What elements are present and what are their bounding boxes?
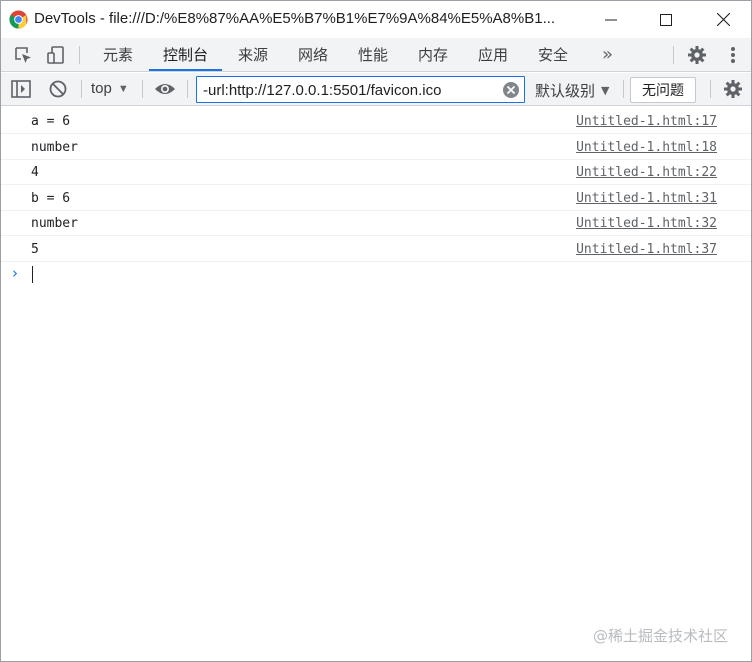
title-bar: DevTools - file:///D:/%E8%87%AA%E5%B7%B1… — [1, 1, 751, 38]
tab-separator — [673, 46, 674, 64]
live-expression-button[interactable] — [153, 77, 177, 101]
window-title: DevTools - file:///D:/%E8%87%AA%E5%B7%B1… — [34, 10, 556, 27]
show-sidebar-button[interactable] — [9, 77, 33, 101]
text-cursor — [32, 266, 33, 283]
inspect-element-button[interactable] — [11, 43, 35, 67]
message-source-link[interactable]: Untitled-1.html:32 — [576, 216, 717, 231]
tab-network[interactable]: 网络 — [284, 38, 342, 71]
message-text: 5 — [31, 242, 39, 257]
message-text: b = 6 — [31, 191, 71, 206]
console-message: 5 Untitled-1.html:37 — [1, 236, 751, 262]
devtools-window: DevTools - file:///D:/%E8%87%AA%E5%B7%B1… — [0, 0, 752, 662]
chevron-double-right-icon: » — [602, 44, 614, 65]
console-prompt[interactable]: › — [1, 263, 751, 287]
more-tabs-button[interactable]: » — [602, 44, 613, 65]
console-message: 4 Untitled-1.html:22 — [1, 159, 751, 185]
message-source-link[interactable]: Untitled-1.html:17 — [576, 114, 717, 129]
chevron-right-icon: › — [12, 264, 18, 282]
message-source-link[interactable]: Untitled-1.html:37 — [576, 242, 717, 257]
active-tab-indicator — [149, 69, 222, 71]
log-level-select[interactable]: 默认级别 ▼ — [535, 80, 609, 101]
console-message: b = 6 Untitled-1.html:31 — [1, 185, 751, 211]
context-value: top — [91, 80, 112, 97]
issues-button[interactable]: 无问题 — [630, 77, 696, 103]
block-icon — [49, 80, 67, 98]
customize-menu-button[interactable] — [721, 43, 745, 67]
tab-security[interactable]: 安全 — [524, 38, 582, 71]
toolbar-separator — [623, 80, 624, 98]
inspect-icon — [15, 47, 31, 63]
message-text: 4 — [31, 165, 39, 180]
toolbar-separator — [81, 80, 82, 98]
settings-button[interactable] — [685, 43, 709, 67]
panel-tab-bar: 元素 控制台 来源 网络 性能 内存 应用 安全 » — [1, 38, 751, 72]
maximize-icon — [660, 13, 672, 26]
message-text: a = 6 — [31, 114, 71, 129]
maximize-button[interactable] — [641, 1, 691, 38]
filter-box — [196, 76, 525, 103]
console-message: number Untitled-1.html:32 — [1, 210, 751, 236]
toolbar-separator — [142, 80, 143, 98]
console-settings-button[interactable] — [721, 77, 745, 101]
eye-icon — [155, 84, 175, 94]
message-source-link[interactable]: Untitled-1.html:22 — [576, 165, 717, 180]
minimize-icon — [605, 19, 617, 20]
chrome-icon — [9, 10, 28, 29]
tab-memory[interactable]: 内存 — [404, 38, 462, 71]
message-source-link[interactable]: Untitled-1.html:18 — [576, 140, 717, 155]
message-text: number — [31, 140, 78, 155]
clear-console-button[interactable] — [46, 77, 70, 101]
gear-icon — [688, 46, 706, 64]
caret-down-icon: ▼ — [117, 82, 129, 95]
console-output: a = 6 Untitled-1.html:17 number Untitled… — [1, 107, 751, 657]
tab-elements[interactable]: 元素 — [89, 38, 147, 71]
tab-sources[interactable]: 来源 — [224, 38, 282, 71]
device-toolbar-button[interactable] — [44, 43, 68, 67]
message-source-link[interactable]: Untitled-1.html:31 — [576, 191, 717, 206]
console-message: number Untitled-1.html:18 — [1, 134, 751, 160]
tab-console[interactable]: 控制台 — [149, 38, 222, 71]
log-level-value: 默认级别 — [535, 82, 596, 100]
message-text: number — [31, 216, 78, 231]
console-toolbar: top ▼ 默认级别 ▼ 无问题 — [1, 73, 751, 106]
sidebar-toggle-icon — [11, 80, 31, 98]
tab-application[interactable]: 应用 — [464, 38, 522, 71]
toolbar-separator — [710, 80, 711, 98]
toolbar-separator — [187, 80, 188, 98]
kebab-menu-icon — [731, 47, 735, 63]
filter-input[interactable] — [203, 81, 493, 99]
device-icon — [47, 46, 64, 64]
close-button[interactable] — [698, 1, 748, 38]
watermark: @稀土掘金技术社区 — [593, 627, 729, 645]
clear-filter-icon[interactable] — [502, 81, 520, 99]
minimize-button[interactable] — [586, 1, 636, 38]
close-icon — [716, 13, 730, 26]
tab-performance[interactable]: 性能 — [344, 38, 402, 71]
execution-context-select[interactable]: top ▼ — [91, 80, 129, 97]
gear-icon — [724, 80, 742, 98]
tab-separator — [79, 46, 80, 64]
caret-down-icon: ▼ — [601, 84, 610, 97]
console-message: a = 6 Untitled-1.html:17 — [1, 108, 751, 134]
